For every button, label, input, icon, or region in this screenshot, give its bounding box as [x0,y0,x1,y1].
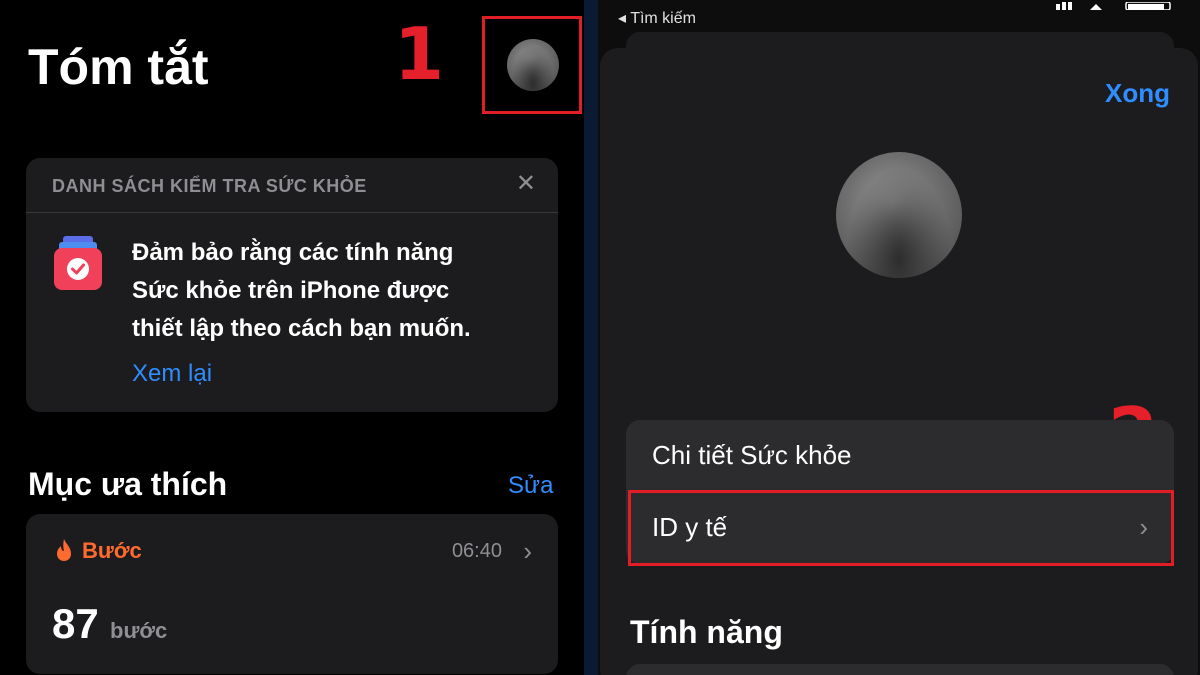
features-title: Tính năng [630,614,783,650]
card-header-label: DANH SÁCH KIỂM TRA SỨC KHỎE [52,176,367,196]
steps-card[interactable]: Bước 06:40 › 87 bước [26,514,558,674]
chevron-right-icon: › [523,536,532,566]
checklist-icon [54,236,102,290]
favorites-title: Mục ưa thích [28,466,228,502]
edit-link[interactable]: Sửa [508,472,553,500]
description-line: Đảm bảo rằng các tính năng [132,239,454,266]
back-to-search-button[interactable]: ◂ Tìm kiếm [618,8,696,28]
profile-avatar-button[interactable] [507,39,559,91]
steps-time: 06:40 [451,540,502,562]
features-card [626,664,1174,675]
list-item-health-details[interactable]: Chi tiết Sức khỏe [626,420,1174,493]
profile-sheet: Xong 2 Chi tiết Sức khỏe ID y tế › Tính … [600,48,1198,675]
page-title: Tóm tắt [28,39,209,95]
checklist-description: Đảm bảo rằng các tính năng Sức khỏe trên… [132,234,532,348]
health-checklist-card: DANH SÁCH KIỂM TRA SỨC KHỎE ✕ Đảm bảo rằ… [26,158,558,412]
medical-id-highlight-box [628,490,1174,566]
health-summary-screen: Tóm tắt 1 DANH SÁCH KIỂM TRA SỨC KHỎE ✕ … [0,0,584,675]
close-icon[interactable]: ✕ [516,172,536,196]
review-link[interactable]: Xem lại [132,360,212,388]
status-bar-icons [1056,2,1171,10]
profile-screen: ◂ Tìm kiếm Xong 2 Chi tiết Sức khỏe ID y… [598,0,1200,675]
steps-unit: bước [110,618,168,643]
description-line: thiết lập theo cách bạn muốn. [132,315,471,342]
card-header: DANH SÁCH KIỂM TRA SỨC KHỎE ✕ [26,158,558,213]
steps-label: Bước [82,538,142,563]
row-label: Chi tiết Sức khỏe [652,440,852,470]
profile-photo [836,152,962,278]
step-marker-1: 1 [394,12,445,96]
description-line: Sức khỏe trên iPhone được [132,277,450,304]
flame-icon [57,539,71,561]
steps-value: 87 [52,600,99,647]
done-button[interactable]: Xong [1105,78,1170,109]
